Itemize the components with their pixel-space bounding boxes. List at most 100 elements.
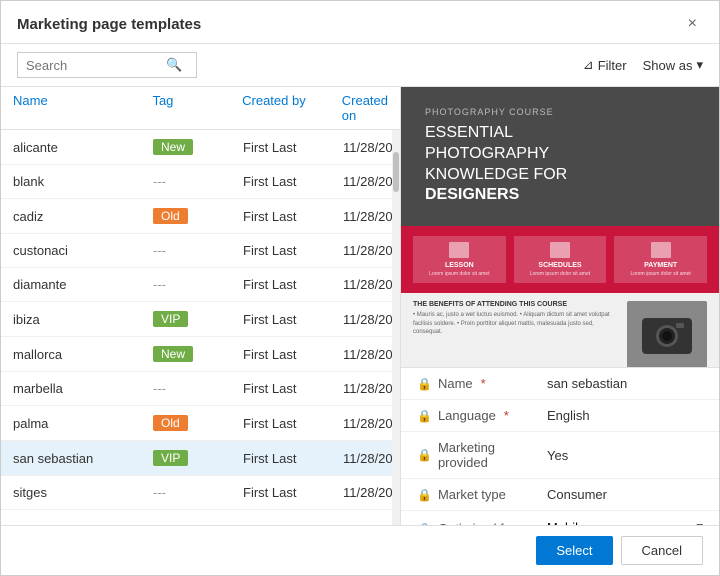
preview-lower-title: THE BENEFITS OF ATTENDING THIS COURSE xyxy=(413,301,617,308)
table-row[interactable]: diamante --- First Last 11/28/2019 10:..… xyxy=(1,268,392,302)
col-header-created-by[interactable]: Created by xyxy=(230,87,330,129)
heading-line3: KNOWLEDGE FOR xyxy=(425,166,567,183)
preview-camera-image: ⊕ xyxy=(627,301,707,367)
tag-badge: New xyxy=(153,139,193,155)
tag-badge: Old xyxy=(153,415,188,431)
lock-icon: 🔒 xyxy=(417,448,432,462)
preview-card-text: Lorem ipsum dolor sit amet xyxy=(429,271,489,277)
cell-created-by: First Last xyxy=(231,481,331,504)
detail-label: 🔒 Market type xyxy=(417,487,547,502)
detail-panel: 🔒 Name* san sebastian 🔒 Language* Englis… xyxy=(401,367,719,525)
table-row[interactable]: palma Old First Last 11/28/2019 10:... xyxy=(1,406,392,441)
detail-value: Consumer xyxy=(547,487,607,502)
detail-row: 🔒 Market type Consumer xyxy=(401,479,719,511)
close-button[interactable]: × xyxy=(682,13,703,35)
cell-tag: --- xyxy=(141,170,231,193)
preview-card-label: SCHEDULES xyxy=(538,262,581,269)
list-panel-inner: alicante New First Last 11/28/2019 10:..… xyxy=(1,130,400,525)
detail-row: 🔒 Marketing provided Yes xyxy=(401,432,719,479)
cancel-button[interactable]: Cancel xyxy=(621,536,703,565)
list-header: Name Tag Created by Created on xyxy=(1,87,400,130)
cell-name: palma xyxy=(1,412,141,435)
cell-name: custonaci xyxy=(1,239,141,262)
cell-created-on: 11/28/2019 10:... xyxy=(331,412,392,435)
detail-row: 🔒 Name* san sebastian xyxy=(401,368,719,400)
cell-tag: New xyxy=(141,342,231,366)
cell-created-by: First Last xyxy=(231,273,331,296)
select-button[interactable]: Select xyxy=(536,536,612,565)
table-row[interactable]: marbella --- First Last 11/28/2019 10:..… xyxy=(1,372,392,406)
cell-name: alicante xyxy=(1,136,141,159)
cell-created-on: 11/28/2019 10:... xyxy=(331,205,392,228)
filter-icon: ⊿ xyxy=(583,57,594,73)
cell-tag: Old xyxy=(141,204,231,228)
detail-value: Yes xyxy=(547,448,568,463)
table-row[interactable]: alicante New First Last 11/28/2019 10:..… xyxy=(1,130,392,165)
cell-created-by: First Last xyxy=(231,308,331,331)
cell-created-by: First Last xyxy=(231,170,331,193)
preview-main-hero: Photography Course ESSENTIAL PHOTOGRAPHY… xyxy=(401,87,719,226)
table-row[interactable]: ibiza VIP First Last 11/28/2019 10:... xyxy=(1,302,392,337)
cell-created-on: 11/28/2019 10:... xyxy=(331,239,392,262)
col-header-tag[interactable]: Tag xyxy=(140,87,230,129)
dialog-body: Name Tag Created by Created on alicante … xyxy=(1,87,719,525)
table-row[interactable]: sitges --- First Last 11/28/2019 10:... xyxy=(1,476,392,510)
search-icon: 🔍 xyxy=(166,57,182,73)
camera-body xyxy=(642,318,692,354)
preview-image: Photography Course ESSENTIAL PHOTOGRAPHY… xyxy=(401,87,719,367)
table-row[interactable]: cadiz Old First Last 11/28/2019 10:... xyxy=(1,199,392,234)
table-row[interactable]: san sebastian VIP First Last 11/28/2019 … xyxy=(1,441,392,476)
cell-tag: --- xyxy=(141,273,231,296)
detail-label: 🔒 Marketing provided xyxy=(417,440,547,470)
cell-name: cadiz xyxy=(1,205,141,228)
cell-created-by: First Last xyxy=(231,412,331,435)
table-row[interactable]: mallorca New First Last 11/28/2019 10:..… xyxy=(1,337,392,372)
detail-label: 🔒 Name* xyxy=(417,376,547,391)
preview-card-text: Lorem ipsum dolor sit amet xyxy=(631,271,691,277)
cell-created-by: First Last xyxy=(231,136,331,159)
preview-cards-section: LESSON Lorem ipsum dolor sit amet SCHEDU… xyxy=(401,226,719,293)
preview-card-icon xyxy=(651,242,671,258)
preview-card-text: Lorem ipsum dolor sit amet xyxy=(530,271,590,277)
list-content: alicante New First Last 11/28/2019 10:..… xyxy=(1,130,392,525)
heading-line2: PHOTOGRAPHY xyxy=(425,145,549,162)
cell-tag: --- xyxy=(141,481,231,504)
cell-name: marbella xyxy=(1,377,141,400)
preview-card-label: PAYMENT xyxy=(644,262,677,269)
scrollbar-track[interactable] xyxy=(392,130,400,525)
detail-label: 🔒 Language* xyxy=(417,408,547,423)
detail-row: 🔒 Language* English xyxy=(401,400,719,432)
cell-tag: VIP xyxy=(141,446,231,470)
dialog-header: Marketing page templates × xyxy=(1,1,719,44)
table-row[interactable]: custonaci --- First Last 11/28/2019 10:.… xyxy=(1,234,392,268)
camera-lens-inner xyxy=(662,331,672,341)
lock-icon: 🔒 xyxy=(417,409,432,423)
lock-icon: 🔒 xyxy=(417,377,432,391)
search-box: 🔍 xyxy=(17,52,197,78)
cell-created-on: 11/28/2019 10:... xyxy=(331,308,392,331)
cell-created-by: First Last xyxy=(231,447,331,470)
list-panel: Name Tag Created by Created on alicante … xyxy=(1,87,401,525)
cell-tag: --- xyxy=(141,377,231,400)
zoom-icon: ⊕ xyxy=(691,350,703,367)
required-marker: * xyxy=(504,408,509,423)
cell-created-by: First Last xyxy=(231,377,331,400)
preview-lower-section: THE BENEFITS OF ATTENDING THIS COURSE • … xyxy=(401,293,719,367)
cell-created-on: 11/28/2019 10:... xyxy=(331,273,392,296)
col-header-name[interactable]: Name xyxy=(1,87,140,129)
table-row[interactable]: blank --- First Last 11/28/2019 10:... xyxy=(1,165,392,199)
lock-icon: 🔒 xyxy=(417,488,432,502)
search-input[interactable] xyxy=(26,58,166,73)
show-as-button[interactable]: Show as ▾ xyxy=(643,57,703,73)
col-header-created-on[interactable]: Created on xyxy=(330,87,400,129)
filter-button[interactable]: ⊿ Filter xyxy=(583,57,627,73)
tag-badge: VIP xyxy=(153,311,188,327)
preview-panel: Photography Course ESSENTIAL PHOTOGRAPHY… xyxy=(401,87,719,525)
show-as-label: Show as xyxy=(643,58,693,73)
detail-value: san sebastian xyxy=(547,376,627,391)
dialog-toolbar: 🔍 ⊿ Filter Show as ▾ xyxy=(1,44,719,87)
tag-dash: --- xyxy=(153,174,166,189)
cell-name: sitges xyxy=(1,481,141,504)
filter-label: Filter xyxy=(598,58,627,73)
tag-dash: --- xyxy=(153,381,166,396)
